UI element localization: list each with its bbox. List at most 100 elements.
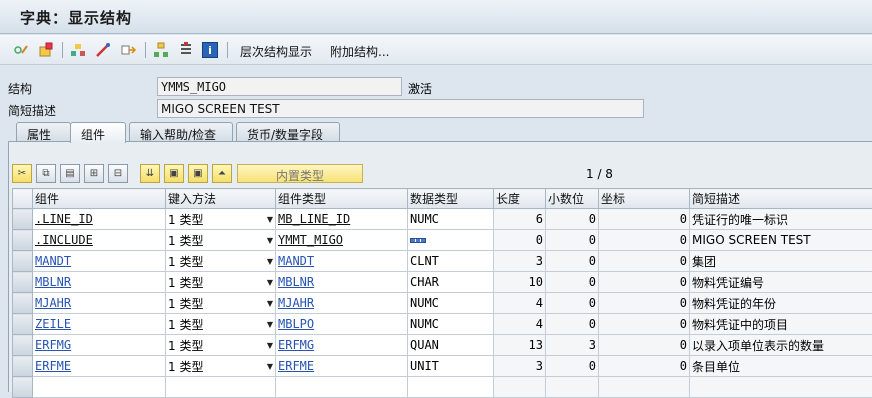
short-desc-cell: 物料凭证的年份 [690, 293, 872, 314]
copy-icon[interactable]: ⧉ [36, 164, 56, 183]
column-header[interactable]: 简短描述 [690, 189, 872, 209]
data-type-cell[interactable]: NUMC [408, 209, 494, 230]
tab-currency-quantity[interactable]: 货币/数量字段 [236, 122, 340, 142]
hierarchy-icon[interactable] [153, 42, 169, 58]
row-selector[interactable] [13, 377, 33, 398]
column-header[interactable]: 键入方法 [166, 189, 276, 209]
insert-row-icon[interactable]: ⊞ [84, 164, 104, 183]
append-structure-button[interactable]: 附加结构... [330, 43, 389, 60]
method-cell[interactable]: 1 类型 ▼ [166, 209, 276, 230]
check-icon[interactable] [95, 42, 111, 58]
row-selector[interactable] [13, 293, 33, 314]
last-page-icon[interactable]: ⏶ [212, 164, 232, 183]
components-table: 组件 键入方法 组件类型 数据类型 长度 小数位 坐标 简短描述 .LINE_I… [12, 188, 872, 398]
component-cell[interactable]: .INCLUDE [33, 230, 166, 251]
component-type-cell[interactable]: MJAHR [276, 293, 408, 314]
description-field[interactable]: MIGO SCREEN TEST [157, 99, 644, 118]
structure-type-icon [410, 238, 426, 243]
row-selector[interactable] [13, 230, 33, 251]
dropdown-arrow-icon[interactable]: ▼ [267, 341, 273, 350]
page-indicator: 1 / 8 [586, 167, 613, 181]
paste-icon[interactable]: ▤ [60, 164, 80, 183]
component-type-cell[interactable]: ERFMG [276, 335, 408, 356]
method-cell[interactable]: 1 类型▼ [166, 272, 276, 293]
info-icon[interactable]: i [202, 42, 218, 58]
tab-input-help[interactable]: 输入帮助/检查 [129, 122, 233, 142]
component-cell[interactable]: .LINE_ID [33, 209, 166, 230]
component-cell[interactable]: ERFMG [33, 335, 166, 356]
short-desc-cell: 条目单位 [690, 356, 872, 377]
row-selector-header[interactable] [13, 189, 33, 209]
method-cell[interactable]: 1 类型▼ [166, 293, 276, 314]
row-selector[interactable] [13, 272, 33, 293]
data-type-cell[interactable]: CLNT [408, 251, 494, 272]
hierarchy-display-button[interactable]: 层次结构显示 [240, 43, 312, 60]
where-used-icon[interactable] [120, 42, 136, 58]
page-up-icon[interactable]: ▣ [188, 164, 208, 183]
structure-field[interactable]: YMMS_MIGO [157, 77, 402, 96]
component-type-cell[interactable]: MBLNR [276, 272, 408, 293]
component-type-cell[interactable]: MANDT [276, 251, 408, 272]
delete-row-icon[interactable]: ⊟ [108, 164, 128, 183]
method-value: 1 类型 [168, 318, 203, 332]
list-icon[interactable] [178, 42, 194, 58]
component-cell[interactable]: ZEILE [33, 314, 166, 335]
component-type-cell[interactable]: MBLPO [276, 314, 408, 335]
length-cell: 3 [494, 251, 546, 272]
column-header[interactable]: 组件类型 [276, 189, 408, 209]
component-cell[interactable]: MJAHR [33, 293, 166, 314]
data-type-cell[interactable]: UNIT [408, 356, 494, 377]
data-type-cell[interactable]: QUAN [408, 335, 494, 356]
cut-icon[interactable]: ✂ [12, 164, 32, 183]
data-type-cell[interactable]: NUMC [408, 293, 494, 314]
tab-components[interactable]: 组件 [70, 122, 126, 143]
builtin-type-button[interactable]: 内置类型 [237, 164, 363, 183]
row-selector[interactable] [13, 335, 33, 356]
row-selector[interactable] [13, 314, 33, 335]
row-selector[interactable] [13, 251, 33, 272]
dropdown-arrow-icon[interactable]: ▼ [267, 278, 273, 287]
data-type-cell[interactable] [408, 230, 494, 251]
column-header[interactable]: 数据类型 [408, 189, 494, 209]
column-header[interactable]: 组件 [33, 189, 166, 209]
component-cell[interactable]: MBLNR [33, 272, 166, 293]
method-cell[interactable]: 1 类型▼ [166, 335, 276, 356]
method-value: 1 类型 [168, 213, 203, 227]
component-type-cell[interactable]: YMMT_MIGO [276, 230, 408, 251]
active-inactive-icon[interactable] [38, 42, 54, 58]
page-down-icon[interactable]: ▣ [164, 164, 184, 183]
dropdown-arrow-icon[interactable]: ▼ [267, 362, 273, 371]
component-cell[interactable]: MANDT [33, 251, 166, 272]
other-object-icon[interactable] [70, 42, 86, 58]
component-type-cell[interactable]: ERFME [276, 356, 408, 377]
component-cell[interactable]: ERFME [33, 356, 166, 377]
display-change-icon[interactable] [13, 42, 29, 58]
data-type-cell[interactable]: NUMC [408, 314, 494, 335]
row-selector[interactable] [13, 356, 33, 377]
column-header[interactable]: 小数位 [546, 189, 599, 209]
row-selector[interactable] [13, 209, 33, 230]
component-type-cell[interactable]: MB_LINE_ID [276, 209, 408, 230]
length-cell: 10 [494, 272, 546, 293]
method-cell[interactable]: 1 类型 ▼ [166, 314, 276, 335]
short-desc-cell: 物料凭证编号 [690, 272, 872, 293]
dropdown-arrow-icon[interactable]: ▼ [267, 320, 273, 329]
tab-attributes[interactable]: 属性 [16, 122, 71, 142]
dropdown-arrow-icon[interactable]: ▼ [267, 215, 273, 224]
method-value: 1 类型 [168, 360, 203, 374]
column-header[interactable]: 长度 [494, 189, 546, 209]
table-row: ZEILE 1 类型▼ MBLPO NUMC 4 0 0 物料凭证中的项目 [13, 314, 872, 335]
dropdown-arrow-icon[interactable]: ▼ [267, 257, 273, 266]
first-page-icon[interactable]: ⇊ [140, 164, 160, 183]
column-header[interactable]: 坐标 [599, 189, 690, 209]
dropdown-arrow-icon[interactable]: ▼ [267, 299, 273, 308]
data-type-cell[interactable]: CHAR [408, 272, 494, 293]
method-cell[interactable]: 1 类型▼ [166, 230, 276, 251]
method-cell[interactable]: 1 类型▼ [166, 251, 276, 272]
table-row: MJAHR 1 类型▼ MJAHR NUMC 4 0 0 物料凭证的年份 [13, 293, 872, 314]
method-cell[interactable]: 1 类型 ▼ [166, 356, 276, 377]
length-cell: 6 [494, 209, 546, 230]
coordinate-cell: 0 [599, 209, 690, 230]
structure-status: 激活 [408, 80, 432, 97]
dropdown-arrow-icon[interactable]: ▼ [267, 236, 273, 245]
